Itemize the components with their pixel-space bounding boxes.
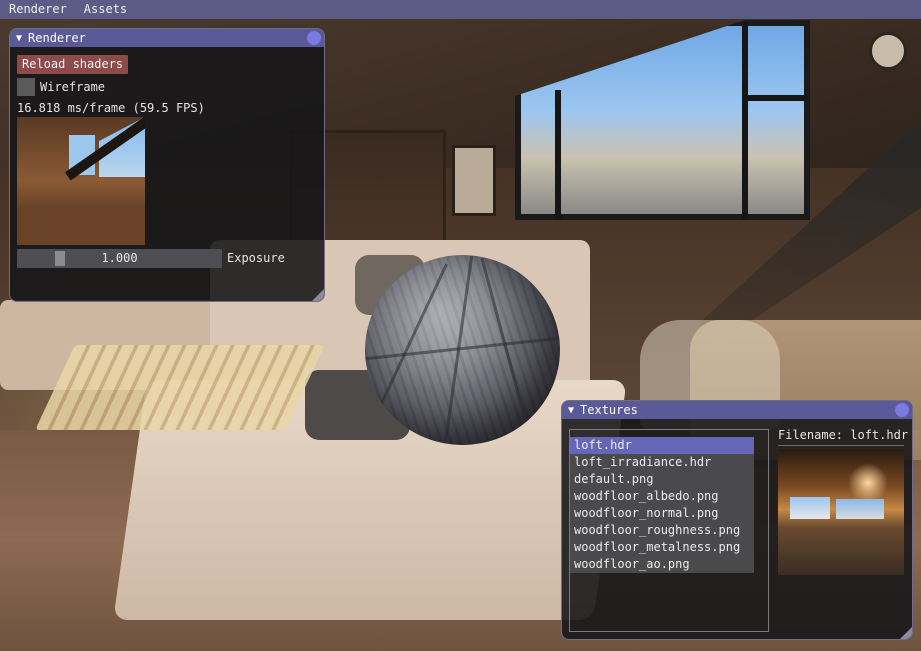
texture-list-item[interactable]: loft.hdr — [570, 437, 754, 454]
preview-window — [836, 499, 884, 519]
collapse-triangle-icon[interactable]: ▼ — [16, 33, 22, 44]
close-icon[interactable] — [307, 31, 321, 45]
texture-list-item[interactable]: woodfloor_albedo.png — [570, 488, 754, 505]
textured-sphere[interactable] — [365, 255, 560, 445]
filename-text: Filename: loft.hdr — [778, 428, 909, 442]
environment-preview-image — [17, 117, 145, 245]
collapse-triangle-icon[interactable]: ▼ — [568, 405, 574, 416]
preview-floor — [17, 205, 145, 245]
texture-preview-image — [778, 449, 904, 575]
renderer-title-bar[interactable]: ▼ Renderer — [10, 29, 324, 47]
renderer-window[interactable]: ▼ Renderer Reload shaders Wireframe 16.8… — [9, 28, 325, 302]
texture-list-item[interactable]: loft_irradiance.hdr — [570, 454, 754, 471]
reload-shaders-button[interactable]: Reload shaders — [17, 55, 129, 74]
wall-clock — [869, 32, 907, 70]
window-mullion — [745, 95, 807, 101]
wireframe-checkbox[interactable] — [17, 78, 35, 96]
coffee-table — [35, 345, 325, 430]
texture-list-item[interactable]: woodfloor_roughness.png — [570, 522, 754, 539]
textures-window[interactable]: ▼ Textures loft.hdr loft_irradiance.hdr de… — [561, 400, 913, 640]
exposure-label: Exposure — [227, 251, 285, 265]
texture-list-item[interactable]: woodfloor_normal.png — [570, 505, 754, 522]
close-icon[interactable] — [895, 403, 909, 417]
menu-assets[interactable]: Assets — [75, 0, 135, 19]
main-menu-bar: Renderer Assets — [0, 0, 921, 19]
preview-light — [848, 463, 888, 503]
preview-window — [790, 497, 830, 519]
resize-grip[interactable] — [312, 289, 324, 301]
texture-list-item[interactable]: woodfloor_metalness.png — [570, 539, 754, 556]
picture-frame — [452, 145, 496, 216]
textures-title-bar[interactable]: ▼ Textures — [562, 401, 912, 419]
window-mullion — [555, 90, 561, 220]
sphere-seam — [365, 336, 560, 361]
texture-list: loft.hdr loft_irradiance.hdr default.png wo… — [570, 437, 754, 573]
exposure-slider[interactable]: 1.000 — [17, 249, 222, 268]
frame-time-text: 16.818 ms/frame (59.5 FPS) — [17, 101, 205, 115]
wireframe-label: Wireframe — [40, 80, 106, 94]
exposure-value: 1.000 — [101, 251, 138, 265]
menu-renderer[interactable]: Renderer — [0, 0, 75, 19]
texture-list-item[interactable]: default.png — [570, 471, 754, 488]
separator — [778, 445, 904, 446]
textures-title: Textures — [580, 403, 638, 417]
sphere-seam — [480, 257, 533, 443]
texture-list-item[interactable]: woodfloor_ao.png — [570, 556, 754, 573]
resize-grip[interactable] — [900, 627, 912, 639]
window-mullion — [742, 22, 748, 220]
renderer-title: Renderer — [28, 31, 86, 45]
